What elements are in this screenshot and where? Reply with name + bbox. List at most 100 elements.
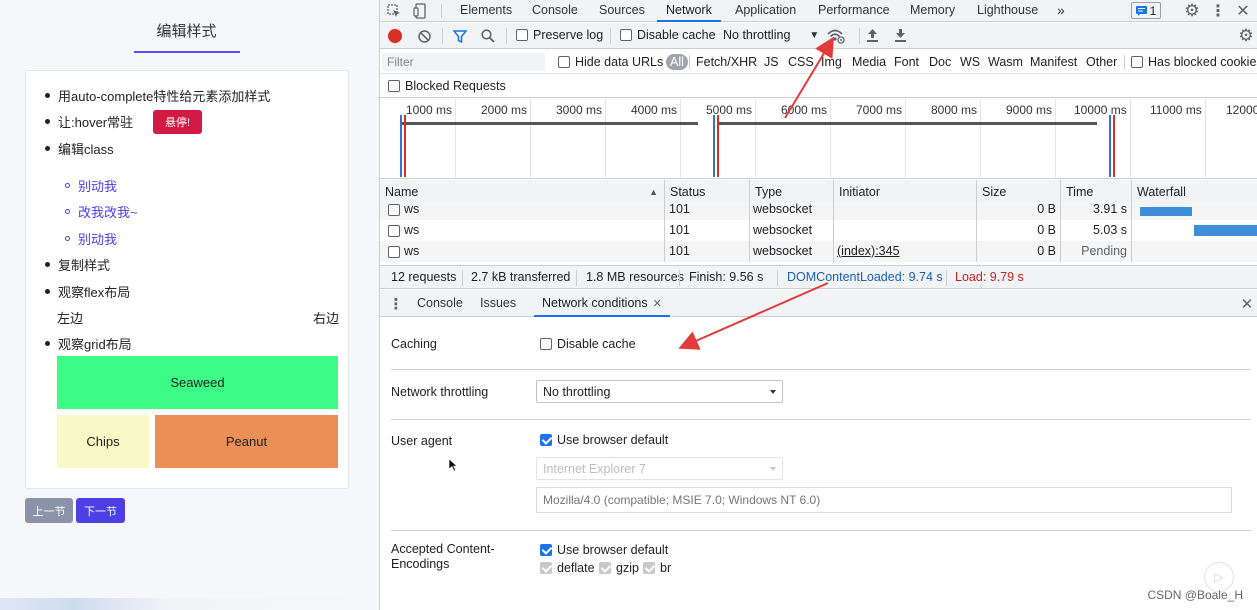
type-filter-js[interactable]: JS: [764, 55, 779, 69]
user-agent-label: User agent: [391, 434, 453, 448]
filter-input[interactable]: Filter: [382, 53, 545, 71]
column-type[interactable]: Type: [749, 180, 833, 204]
type-filter-css[interactable]: CSS: [788, 55, 814, 69]
column-size[interactable]: Size: [976, 180, 1060, 204]
timeline-overview[interactable]: 1000 ms 2000 ms 3000 ms 4000 ms 5000 ms …: [380, 99, 1257, 179]
table-row[interactable]: ws 101 websocket 0 B 5.03 s: [380, 220, 1257, 241]
import-har-icon[interactable]: [865, 28, 879, 43]
list-item: 观察grid布局: [45, 334, 132, 353]
type-filter-doc[interactable]: Doc: [929, 55, 951, 69]
row-time: Pending: [1081, 244, 1127, 258]
column-status[interactable]: Status: [664, 180, 749, 204]
tab-console[interactable]: Console: [532, 0, 578, 22]
hover-button[interactable]: 悬停!: [153, 110, 202, 134]
device-toolbar-icon[interactable]: [412, 3, 428, 19]
preserve-log-checkbox[interactable]: Preserve log: [516, 28, 603, 42]
row-time: 3.91 s: [1092, 202, 1127, 216]
encoding-br-checkbox[interactable]: br: [643, 561, 671, 575]
export-har-icon[interactable]: [893, 28, 907, 43]
network-throttling-select[interactable]: No throttling: [536, 380, 783, 403]
drawer-menu-icon[interactable]: ⋮: [389, 295, 404, 313]
summary-requests: 12 requests: [391, 270, 457, 284]
sort-up-icon: ▲: [649, 187, 658, 197]
timeline-tick: 4000 ms: [631, 103, 678, 117]
caret-down-icon: [770, 467, 776, 471]
tab-performance[interactable]: Performance: [818, 0, 890, 22]
row-checkbox: [388, 241, 400, 262]
devtools-panel: Elements Console Sources Network Applica…: [379, 0, 1257, 610]
page-title: 编辑样式: [156, 23, 217, 40]
summary-finish: Finish: 9.56 s: [689, 270, 764, 284]
next-section-button[interactable]: 下一节: [76, 498, 125, 523]
type-filter-manifest[interactable]: Manifest: [1030, 55, 1077, 69]
ua-browser-default-checkbox[interactable]: Use browser default: [540, 433, 668, 447]
row-checkbox: [388, 202, 400, 220]
type-filter-img[interactable]: Img: [821, 55, 842, 69]
search-icon[interactable]: [480, 28, 495, 43]
encodings-browser-default-checkbox[interactable]: Use browser default: [540, 543, 668, 557]
column-waterfall[interactable]: Waterfall: [1131, 180, 1257, 204]
tab-memory[interactable]: Memory: [910, 0, 955, 22]
type-filter-fetch[interactable]: Fetch/XHR: [696, 55, 757, 69]
nc-disable-cache-checkbox[interactable]: Disable cache: [540, 337, 636, 351]
timeline-tick: 6000 ms: [781, 103, 828, 117]
tab-lighthouse[interactable]: Lighthouse: [977, 0, 1038, 22]
drawer-tab-console[interactable]: Console: [417, 290, 463, 317]
inspect-element-icon[interactable]: [386, 3, 402, 19]
prev-section-button[interactable]: 上一节: [25, 498, 73, 523]
disable-cache-checkbox[interactable]: Disable cache: [620, 28, 716, 42]
tab-network[interactable]: Network: [657, 0, 721, 22]
row-initiator-link[interactable]: (index):345: [837, 241, 900, 262]
issues-counter[interactable]: 1: [1131, 2, 1161, 19]
list-item: 复制样式: [45, 255, 110, 274]
hide-data-urls-checkbox[interactable]: Hide data URLs: [558, 55, 663, 69]
tab-elements[interactable]: Elements: [460, 0, 512, 22]
row-type: websocket: [753, 202, 813, 216]
has-blocked-cookies-checkbox[interactable]: Has blocked cookies: [1131, 55, 1257, 69]
blocked-requests-checkbox[interactable]: Blocked Requests: [388, 79, 506, 93]
type-filter-font[interactable]: Font: [894, 55, 919, 69]
close-devtools-icon[interactable]: ✕: [1235, 2, 1251, 20]
network-conditions-icon[interactable]: [827, 27, 845, 45]
type-filter-other[interactable]: Other: [1086, 55, 1117, 69]
kebab-menu-icon[interactable]: ⋮: [1210, 2, 1226, 20]
issues-count: 1: [1149, 3, 1157, 18]
settings-gear-icon[interactable]: ⚙: [1183, 1, 1201, 20]
record-icon[interactable]: [388, 29, 402, 43]
caret-down-icon: [770, 390, 776, 394]
column-name[interactable]: Name ▲: [380, 180, 664, 204]
type-filter-all[interactable]: All: [666, 54, 688, 70]
tab-sources[interactable]: Sources: [599, 0, 645, 22]
drawer-tab-network-conditions[interactable]: Network conditions ✕: [534, 290, 670, 317]
user-agent-select[interactable]: Internet Explorer 7: [536, 457, 783, 480]
tab-application[interactable]: Application: [735, 0, 796, 22]
caching-label: Caching: [391, 337, 437, 351]
type-filter-wasm[interactable]: Wasm: [988, 55, 1023, 69]
column-time[interactable]: Time: [1060, 180, 1131, 204]
grid-cell-seaweed: Seaweed: [57, 356, 338, 409]
close-drawer-icon[interactable]: ✕: [1239, 295, 1255, 313]
encoding-gzip-checkbox[interactable]: gzip: [599, 561, 639, 575]
summary-resources: 1.8 MB resources: [586, 270, 684, 284]
filter-funnel-icon[interactable]: [452, 29, 467, 43]
row-name: ws: [404, 223, 420, 237]
more-tabs-button[interactable]: »: [1057, 0, 1065, 22]
close-tab-icon: ✕: [652, 298, 662, 310]
timeline-tick: 9000 ms: [1006, 103, 1053, 117]
flex-demo-row: 左边 右边: [57, 308, 339, 327]
row-name: ws: [404, 244, 420, 258]
column-initiator[interactable]: Initiator: [833, 180, 976, 204]
flex-left-text: 左边: [57, 311, 84, 326]
throttling-dropdown[interactable]: No throttling ▼: [723, 28, 819, 42]
type-filter-media[interactable]: Media: [852, 55, 886, 69]
encoding-deflate-checkbox[interactable]: deflate: [540, 561, 595, 575]
page-preview: 编辑样式 用auto-complete特性给元素添加样式 让:hover常驻 悬…: [0, 0, 379, 610]
table-row[interactable]: ws 101 websocket 0 B 3.91 s: [380, 202, 1257, 220]
table-row[interactable]: ws 101 websocket (index):345 0 B Pending: [380, 241, 1257, 262]
type-filter-ws[interactable]: WS: [960, 55, 980, 69]
user-agent-string-field[interactable]: Mozilla/4.0 (compatible; MSIE 7.0; Windo…: [536, 487, 1232, 513]
clear-icon[interactable]: [417, 29, 431, 43]
drawer-tab-bar: ⋮ Console Issues Network conditions ✕ ✕: [380, 290, 1257, 317]
network-settings-gear-icon[interactable]: ⚙: [1237, 26, 1255, 45]
drawer-tab-issues[interactable]: Issues: [480, 290, 516, 317]
